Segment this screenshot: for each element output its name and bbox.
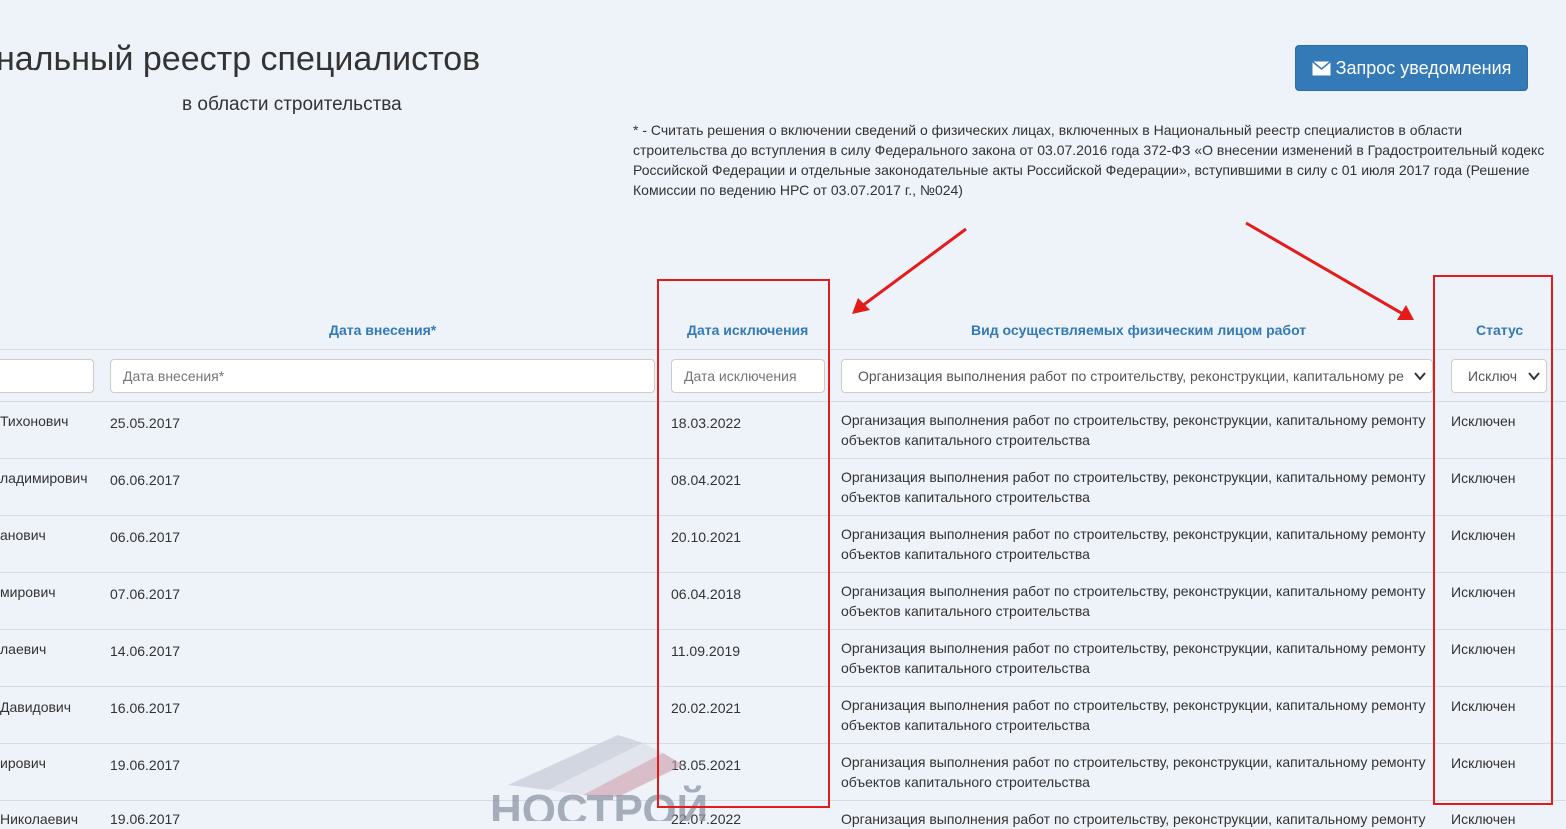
cell-work-type: Организация выполнения работ по строител… (841, 697, 1426, 733)
cell-work-type: Организация выполнения работ по строител… (841, 640, 1426, 676)
cell-name: Николаевич (0, 811, 78, 827)
header-work-type[interactable]: Вид осуществляемых физическим лицом рабо… (971, 322, 1306, 338)
cell-date-added: 16.06.2017 (110, 700, 181, 716)
cell-work-type: Организация выполнения работ по строител… (841, 811, 1426, 827)
cell-work-type: Организация выполнения работ по строител… (841, 754, 1426, 790)
cell-date-added: 14.06.2017 (110, 643, 181, 659)
cell-work-type: Организация выполнения работ по строител… (841, 583, 1426, 619)
cell-date-added: 06.06.2017 (110, 472, 181, 488)
cell-name: ирович (0, 755, 46, 771)
cell-date-added: 19.06.2017 (110, 757, 181, 773)
footnote-text: * - Считать решения о включении сведений… (633, 122, 1545, 198)
notification-request-label: Запрос уведомления (1335, 57, 1512, 78)
cell-status: Исключен (1451, 811, 1516, 827)
date-added-filter-input[interactable] (110, 359, 655, 393)
work-type-filter-select[interactable]: Организация выполнения работ по строител… (841, 359, 1433, 393)
highlight-status-column (1433, 275, 1553, 805)
chevron-down-icon (1414, 372, 1426, 381)
page-title: нальный реестр специалистов (0, 40, 481, 78)
name-filter-input[interactable] (0, 359, 94, 393)
cell-work-type: Организация выполнения работ по строител… (841, 469, 1426, 505)
cell-date-added: 19.06.2017 (110, 811, 181, 827)
arrowhead-icon (1397, 305, 1414, 320)
cell-work-type: Организация выполнения работ по строител… (841, 412, 1426, 448)
cell-work-type: Организация выполнения работ по строител… (841, 526, 1426, 562)
cell-date-added: 25.05.2017 (110, 415, 181, 431)
cell-name: Тихонович (0, 413, 69, 429)
cell-name: лаевич (0, 641, 47, 657)
cell-date-added: 06.06.2017 (110, 529, 181, 545)
notification-request-button[interactable]: Запрос уведомления (1295, 45, 1528, 91)
envelope-icon (1311, 60, 1331, 75)
cell-name: Давидович (0, 699, 72, 715)
highlight-date-excluded-column (657, 279, 830, 808)
work-type-filter-value: Организация выполнения работ по строител… (858, 368, 1404, 384)
cell-name: ладимирович (0, 470, 88, 486)
page-subtitle: в области строительства (182, 94, 402, 115)
cell-date-added: 07.06.2017 (110, 586, 181, 602)
header-date-added[interactable]: Дата внесения* (329, 322, 436, 338)
cell-name: мирович (0, 584, 56, 600)
cell-name: анович (0, 527, 46, 543)
arrowhead-icon (852, 298, 870, 314)
arrow-to-date-excluded (861, 227, 967, 308)
arrow-to-status (1245, 221, 1404, 316)
